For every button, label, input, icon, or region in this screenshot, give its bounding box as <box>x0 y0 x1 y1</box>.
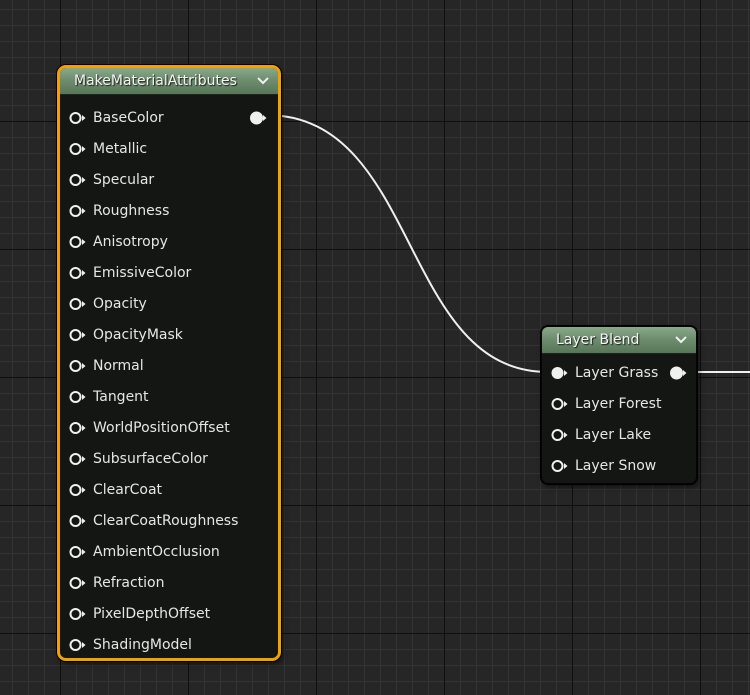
pin-label: PixelDepthOffset <box>93 606 211 622</box>
pin-label: AmbientOcclusion <box>93 544 220 560</box>
pin-label: BaseColor <box>93 110 164 126</box>
pin-label: EmissiveColor <box>93 265 192 281</box>
pin-icon[interactable] <box>69 545 86 559</box>
pin-label: Opacity <box>93 296 147 312</box>
chevron-down-icon[interactable] <box>256 74 270 88</box>
pin-label: ShadingModel <box>93 637 192 653</box>
pin-icon[interactable] <box>69 204 86 218</box>
node-header[interactable]: MakeMaterialAttributes <box>60 68 278 95</box>
pin-label: ClearCoat <box>93 482 163 498</box>
pin-icon[interactable] <box>69 142 86 156</box>
input-pin-row[interactable]: AmbientOcclusion <box>60 542 220 562</box>
pin-label: ClearCoatRoughness <box>93 513 239 529</box>
pin-label: Refraction <box>93 575 165 591</box>
input-pin-row[interactable]: Layer Forest <box>542 394 661 414</box>
pin-label: Roughness <box>93 203 170 219</box>
make-material-attributes-node[interactable]: MakeMaterialAttributes BaseColor Metallic… <box>57 65 281 661</box>
pin-label: Anisotropy <box>93 234 168 250</box>
input-pin-row[interactable]: PixelDepthOffset <box>60 604 210 624</box>
input-pin-row[interactable]: Opacity <box>60 294 147 314</box>
input-pin-row[interactable]: ClearCoatRoughness <box>60 511 238 531</box>
input-pin-row[interactable]: Anisotropy <box>60 232 168 252</box>
pin-icon[interactable] <box>69 297 86 311</box>
input-pin-row[interactable]: SubsurfaceColor <box>60 449 208 469</box>
chevron-down-icon[interactable] <box>674 333 688 347</box>
pin-icon[interactable] <box>69 576 86 590</box>
pin-icon[interactable] <box>69 452 86 466</box>
output-pin-icon[interactable] <box>250 111 267 125</box>
node-header[interactable]: Layer Blend <box>542 327 696 354</box>
pin-label: Normal <box>93 358 144 374</box>
pin-icon[interactable] <box>69 514 86 528</box>
pin-icon[interactable] <box>69 390 86 404</box>
pin-label: Specular <box>93 172 155 188</box>
pin-icon[interactable] <box>69 328 86 342</box>
output-pin-icon[interactable] <box>670 366 687 380</box>
input-pin-row[interactable]: Normal <box>60 356 144 376</box>
input-pin-row[interactable]: EmissiveColor <box>60 263 191 283</box>
pin-label: Tangent <box>93 389 149 405</box>
input-pin-row[interactable]: BaseColor <box>60 108 164 128</box>
pin-label: Layer Grass <box>575 365 659 381</box>
pin-icon[interactable] <box>69 173 86 187</box>
pin-icon[interactable] <box>69 359 86 373</box>
input-pin-row[interactable]: Layer Snow <box>542 456 656 476</box>
input-pin-row[interactable]: Layer Lake <box>542 425 651 445</box>
layer-blend-node[interactable]: Layer Blend Layer Grass Layer Forest Layer… <box>541 326 697 484</box>
pin-icon[interactable] <box>69 638 86 652</box>
pin-icon[interactable] <box>69 421 86 435</box>
pin-label: Layer Forest <box>575 396 662 412</box>
pin-icon[interactable] <box>69 111 86 125</box>
node-title: MakeMaterialAttributes <box>74 73 237 89</box>
input-pin-row[interactable]: Layer Grass <box>542 363 658 383</box>
pin-icon[interactable] <box>551 366 568 380</box>
pin-icon[interactable] <box>551 397 568 411</box>
pin-label: WorldPositionOffset <box>93 420 230 436</box>
input-pin-row[interactable]: Tangent <box>60 387 149 407</box>
pin-icon[interactable] <box>69 266 86 280</box>
pin-icon[interactable] <box>551 459 568 473</box>
input-pin-row[interactable]: WorldPositionOffset <box>60 418 230 438</box>
pin-icon[interactable] <box>551 428 568 442</box>
pin-label: Layer Lake <box>575 427 652 443</box>
input-pin-row[interactable]: Roughness <box>60 201 169 221</box>
input-pin-row[interactable]: ClearCoat <box>60 480 162 500</box>
input-pin-row[interactable]: ShadingModel <box>60 635 192 655</box>
pin-icon[interactable] <box>69 607 86 621</box>
input-pin-row[interactable]: Specular <box>60 170 154 190</box>
wire-basecolor-to-layer-grass[interactable] <box>265 114 549 373</box>
pin-label: Metallic <box>93 141 148 157</box>
pin-icon[interactable] <box>69 235 86 249</box>
material-graph-canvas[interactable]: { "nodes": { "make_material_attributes":… <box>0 0 750 695</box>
node-title: Layer Blend <box>556 332 640 348</box>
pin-icon[interactable] <box>69 483 86 497</box>
pin-label: Layer Snow <box>575 458 657 474</box>
pin-label: SubsurfaceColor <box>93 451 208 467</box>
pin-label: OpacityMask <box>93 327 183 343</box>
input-pin-row[interactable]: Refraction <box>60 573 165 593</box>
input-pin-row[interactable]: Metallic <box>60 139 147 159</box>
input-pin-row[interactable]: OpacityMask <box>60 325 183 345</box>
